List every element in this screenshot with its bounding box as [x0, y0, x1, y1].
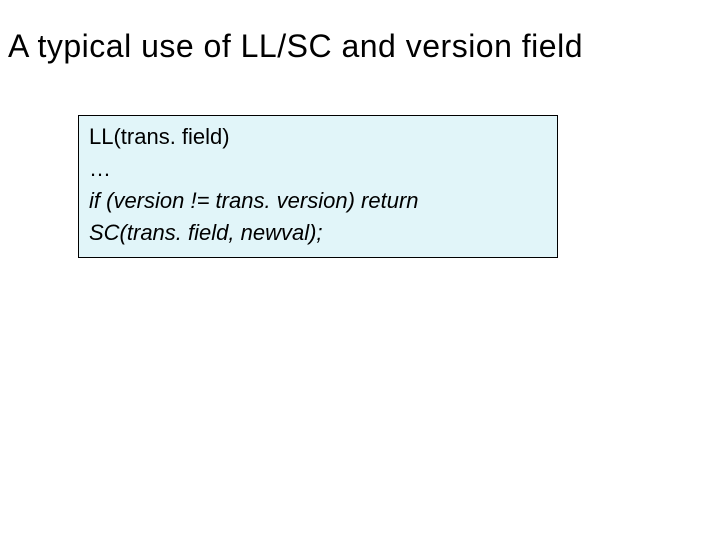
code-box: LL(trans. field) … if (version != trans.… — [78, 115, 558, 258]
slide-title: A typical use of LL/SC and version field — [0, 0, 720, 65]
code-line-2: … — [89, 153, 547, 185]
code-line-1: LL(trans. field) — [89, 121, 547, 153]
code-line-4: SC(trans. field, newval); — [89, 217, 547, 249]
code-line-3: if (version != trans. version) return — [89, 185, 547, 217]
